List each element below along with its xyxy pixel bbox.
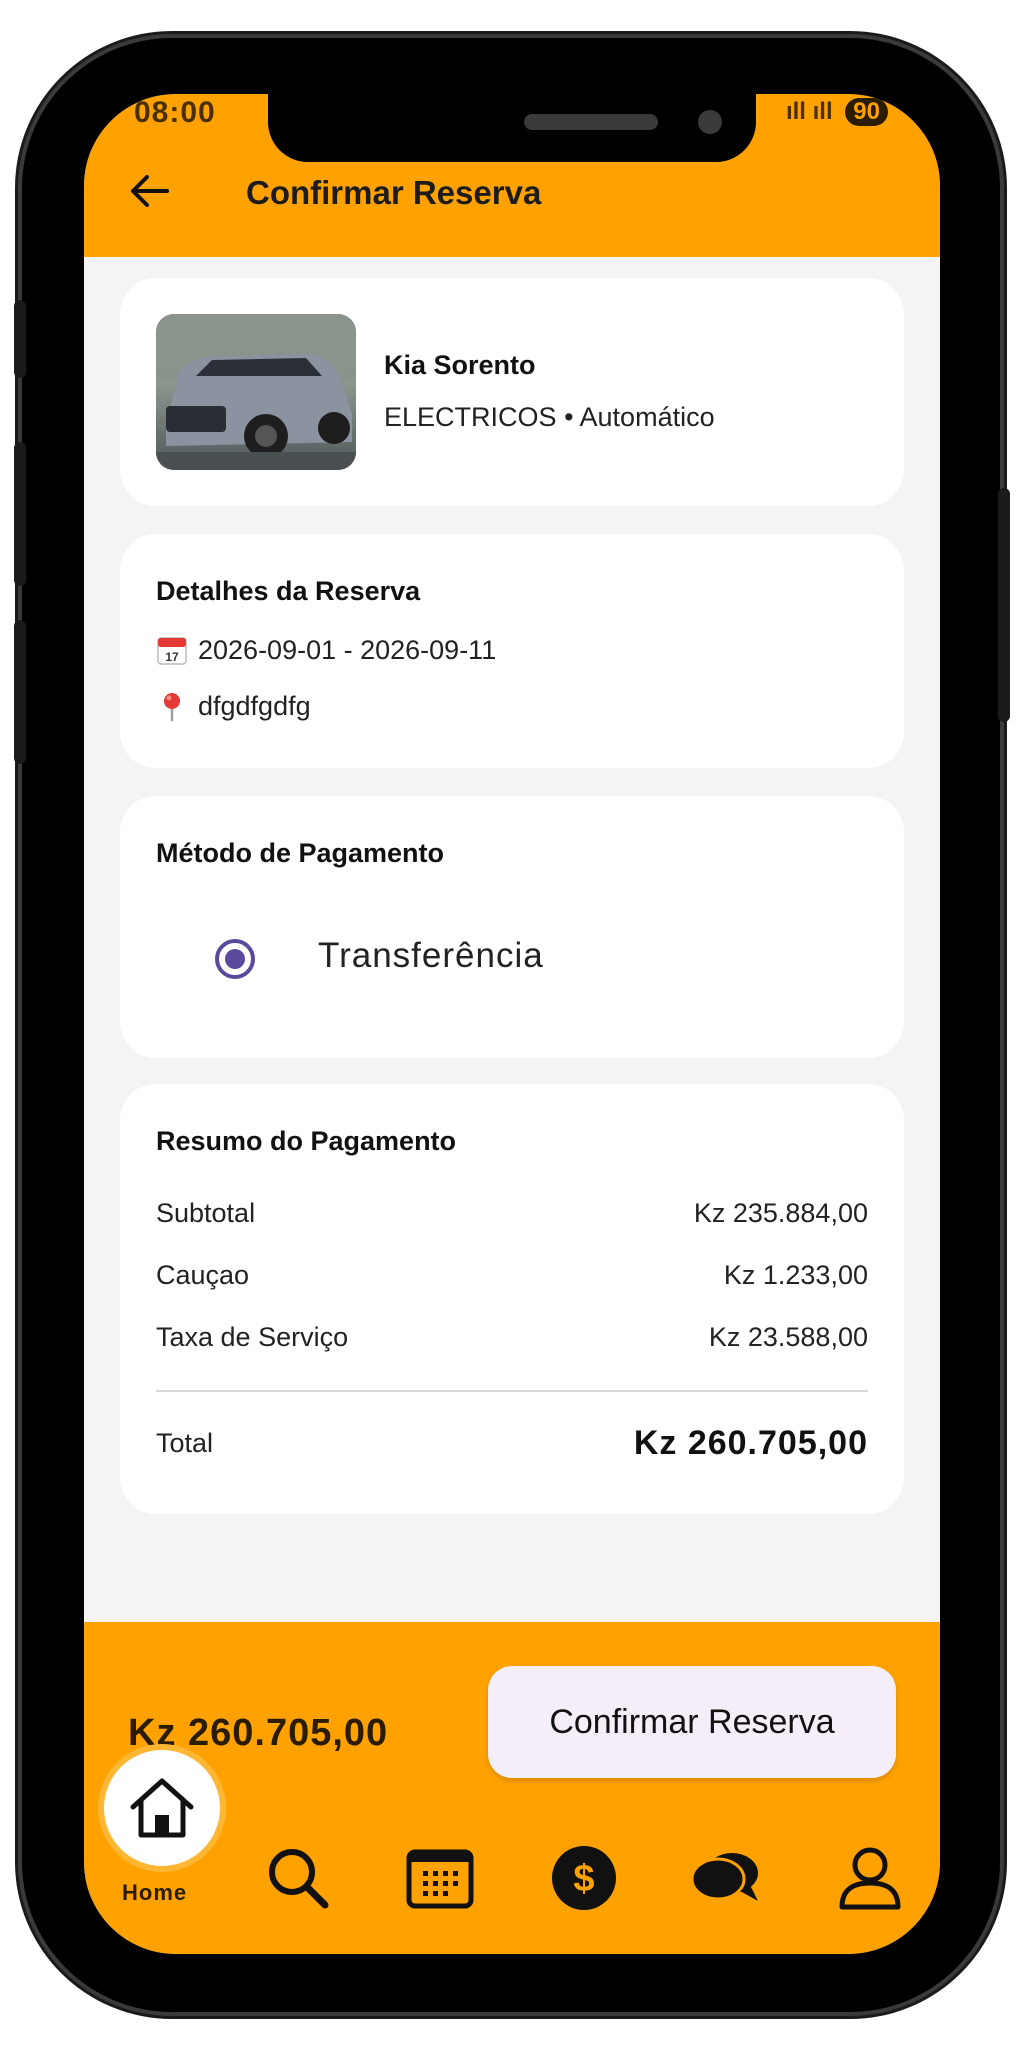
summary-label: Cauçao <box>156 1260 250 1290</box>
nav-profile[interactable] <box>834 1842 906 1914</box>
speaker <box>524 114 658 130</box>
vehicle-category: ELECTRICOS <box>384 402 557 432</box>
payment-method-title: Método de Pagamento <box>156 838 445 868</box>
search-icon <box>269 1849 329 1909</box>
side-button <box>998 488 1010 722</box>
notch <box>268 94 756 162</box>
booking-location-row: dfgdfgdfg <box>156 690 311 722</box>
payment-summary-title: Resumo do Pagamento <box>156 1126 457 1156</box>
vehicle-name: Kia Sorento <box>384 350 536 380</box>
back-button[interactable] <box>124 166 174 216</box>
battery-icon: 90 <box>845 98 888 126</box>
summary-label: Taxa de Serviço <box>156 1322 349 1352</box>
side-button <box>14 620 26 764</box>
side-button <box>14 442 26 586</box>
summary-row: Cauçao Kz 1.233,00 <box>156 1260 868 1291</box>
radio-selected-icon <box>215 939 255 979</box>
payment-method-card: Método de Pagamento Transferência <box>120 796 904 1058</box>
svg-text:17: 17 <box>165 650 179 664</box>
booking-dates: 2026-09-01 - 2026-09-11 <box>198 634 497 665</box>
vehicle-card[interactable]: Kia Sorento ELECTRICOS • Automático <box>120 278 904 506</box>
profile-icon <box>839 1847 901 1910</box>
nav-payments[interactable]: $ <box>548 1842 620 1914</box>
total-value: Kz 260.705,00 <box>633 1424 868 1462</box>
calendar-icon <box>406 1849 474 1909</box>
chat-icon <box>690 1853 758 1901</box>
screen: 08:00 ıll ıll 90 Confirmar Reserva Kia S… <box>84 94 940 1954</box>
svg-text:$: $ <box>573 1858 594 1900</box>
app-bar: 08:00 ıll ıll 90 Confirmar Reserva <box>84 94 940 257</box>
vehicle-transmission: Automático <box>579 402 715 432</box>
payment-option-label[interactable]: Transferência <box>318 936 544 976</box>
radio-transferencia[interactable] <box>212 936 258 982</box>
booking-details-card: Detalhes da Reserva 17 2026-09-01 - 2026… <box>120 534 904 768</box>
summary-total-row: Total Kz 260.705,00 <box>156 1424 868 1463</box>
bottom-nav: Home $ <box>84 1744 940 1954</box>
booking-details-title: Detalhes da Reserva <box>156 576 421 606</box>
side-button <box>14 300 26 378</box>
status-icons: ıll ıll 90 <box>786 98 888 126</box>
dollar-icon: $ <box>552 1846 616 1910</box>
booking-dates-row: 17 2026-09-01 - 2026-09-11 <box>156 634 496 666</box>
signal-icon: ıll ıll <box>785 98 833 125</box>
booking-location: dfgdfgdfg <box>198 690 311 721</box>
car-photo <box>156 314 356 470</box>
summary-row: Taxa de Serviço Kz 23.588,00 <box>156 1322 868 1353</box>
summary-divider <box>156 1390 868 1392</box>
nav-home[interactable] <box>98 1744 226 1872</box>
pin-icon <box>164 693 180 721</box>
arrow-left-icon <box>131 175 169 207</box>
summary-label: Subtotal <box>156 1198 256 1228</box>
page-title: Confirmar Reserva <box>246 174 542 211</box>
vehicle-subtitle: ELECTRICOS • Automático <box>384 402 715 433</box>
nav-messages[interactable] <box>690 1842 762 1914</box>
nav-home-label: Home <box>122 1880 188 1905</box>
calendar-icon: 17 <box>157 637 187 665</box>
status-time: 08:00 <box>134 96 216 129</box>
home-icon <box>130 1778 194 1838</box>
confirm-booking-button[interactable]: Confirmar Reserva <box>488 1666 896 1778</box>
summary-row: Subtotal Kz 235.884,00 <box>156 1198 868 1229</box>
nav-search[interactable] <box>262 1842 334 1914</box>
summary-value: Kz 23.588,00 <box>708 1322 868 1352</box>
summary-value: Kz 235.884,00 <box>693 1198 868 1228</box>
bottom-bar: Kz 260.705,00 Confirmar Reserva Home $ <box>84 1622 940 1954</box>
payment-summary-card: Resumo do Pagamento Subtotal Kz 235.884,… <box>120 1084 904 1514</box>
total-label: Total <box>156 1428 214 1458</box>
summary-value: Kz 1.233,00 <box>723 1260 868 1290</box>
nav-calendar[interactable] <box>404 1842 476 1914</box>
separator-dot: • <box>564 402 574 432</box>
front-camera <box>698 110 722 134</box>
